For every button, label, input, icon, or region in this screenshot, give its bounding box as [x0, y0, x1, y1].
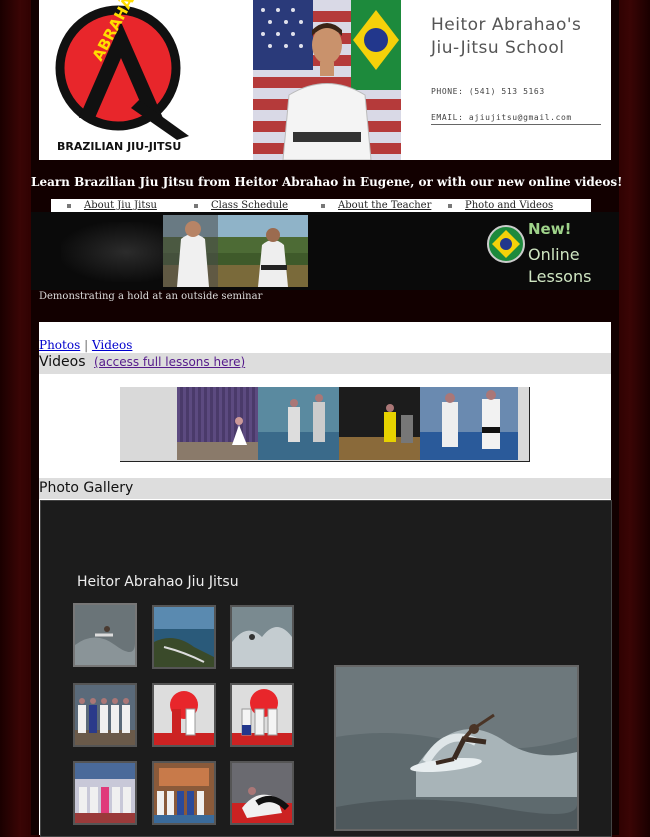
gallery-thumbnail[interactable] [73, 761, 137, 825]
site-header: ABRAHÃO BRAZILIAN JIU-JITSU Heitor Abrah… [39, 0, 611, 160]
main-content: Photos | Videos Videos (access full less… [39, 322, 612, 837]
video-thumbnail[interactable] [420, 387, 518, 460]
video-thumbnail[interactable] [339, 387, 420, 460]
access-full-lessons-link[interactable]: (access full lessons here) [94, 355, 245, 369]
gallery-thumbnail[interactable] [73, 683, 137, 747]
banner-seminar-photo [163, 215, 308, 287]
nav-item-label: About the Teacher [338, 200, 432, 211]
nav-item-label: Photo and Videos [465, 200, 554, 211]
gallery-thumbnail[interactable] [230, 761, 294, 825]
photo-gallery: Heitor Abrahao Jiu Jitsu [40, 500, 612, 837]
site-tagline: Learn Brazilian Jiu Jitsu from Heitor Ab… [31, 175, 623, 189]
teacher-photo [253, 0, 401, 160]
nav-bullet-icon [321, 203, 325, 208]
video-thumbnail-strip [120, 387, 530, 462]
gallery-thumbnail[interactable] [230, 683, 294, 747]
photo-gallery-header: Photo Gallery [39, 478, 611, 499]
gallery-thumbnail[interactable] [73, 603, 137, 667]
school-title: Heitor Abrahao's Jiu-Jitsu School [431, 14, 581, 60]
gallery-thumbnail[interactable] [152, 605, 216, 669]
email-address[interactable]: EMAIL: ajiujitsu@gmail.com [431, 113, 601, 125]
videos-section-header: Videos (access full lessons here) [39, 353, 611, 374]
nav-bullet-icon [194, 203, 198, 208]
media-links: Photos | Videos [39, 338, 132, 352]
nav-item-about-teacher[interactable]: About the Teacher [321, 199, 431, 212]
banner-caption: Demonstrating a hold at an outside semin… [39, 291, 263, 302]
hero-banner: New! Online Lessons [31, 212, 619, 290]
nav-item-about-jiu-jitsu[interactable]: About Jiu Jitsu [67, 199, 157, 212]
videos-heading: Videos (access full lessons here) [39, 354, 245, 370]
gallery-thumbnail[interactable] [230, 605, 294, 669]
gallery-album-title: Heitor Abrahao Jiu Jitsu [77, 574, 239, 590]
photos-link[interactable]: Photos [39, 338, 80, 352]
gallery-thumbnail[interactable] [152, 761, 216, 825]
logo-bottom-text: BRAZILIAN JIU-JITSU [57, 140, 181, 153]
video-thumbnail[interactable] [177, 387, 258, 460]
school-title-line2: Jiu-Jitsu School [431, 38, 565, 58]
badge-new-text: New! [528, 220, 571, 238]
school-logo[interactable]: ABRAHÃO BRAZILIAN JIU-JITSU [39, 0, 249, 160]
nav-item-class-schedule[interactable]: Class Schedule [194, 199, 288, 212]
gallery-main-photo[interactable] [334, 665, 579, 831]
badge-line2: Lessons [528, 267, 591, 286]
videos-title-text: Videos [39, 354, 86, 370]
nav-item-label: Class Schedule [211, 200, 289, 211]
badge-line1: Online [528, 245, 580, 264]
phone-number: PHONE: (541) 513 5163 [431, 87, 545, 96]
gallery-thumbnail[interactable] [152, 683, 216, 747]
school-title-line1: Heitor Abrahao's [431, 15, 582, 35]
nav-bullet-icon [448, 203, 452, 208]
nav-item-photo-videos[interactable]: Photo and Videos [448, 199, 553, 212]
nav-bullet-icon [67, 203, 71, 208]
video-thumbnail[interactable] [258, 387, 339, 460]
videos-link[interactable]: Videos [92, 338, 132, 352]
main-nav: About Jiu Jitsu Class Schedule About the… [51, 199, 591, 212]
photo-gallery-heading: Photo Gallery [39, 480, 134, 496]
nav-item-label: About Jiu Jitsu [84, 200, 157, 211]
online-lessons-badge[interactable]: New! Online Lessons [486, 216, 616, 288]
link-separator: | [84, 338, 89, 352]
